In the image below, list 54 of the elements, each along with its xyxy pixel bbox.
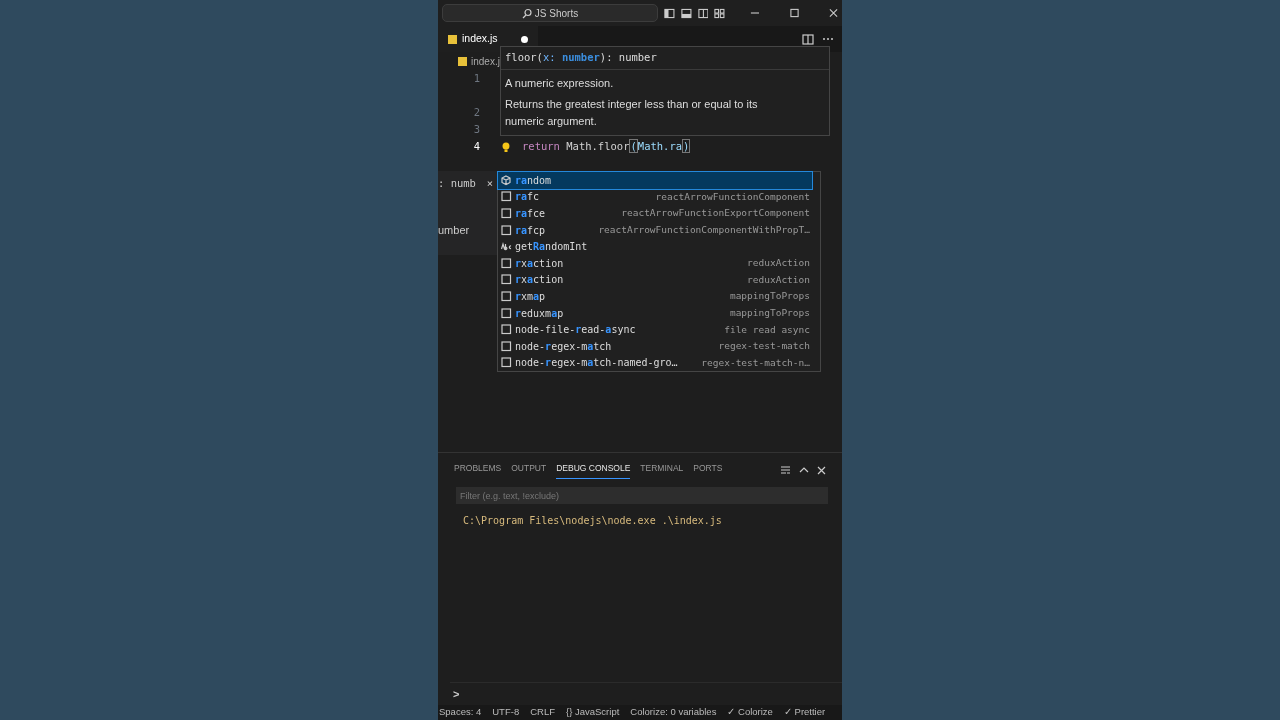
line-number: 4 [472,138,480,154]
grid-layout-icon[interactable] [714,7,726,19]
split-layout-icon[interactable] [697,7,709,19]
status-item[interactable]: ✓ Prettier [783,705,826,720]
suggestion-item[interactable]: node-regex-match regex-test-match [498,337,812,355]
line-number: 3 [472,121,480,137]
suggestion-item[interactable]: rafc reactArrowFunctionComponent [498,188,812,206]
suggestion-item[interactable]: node-file-read-async file read async [498,321,812,338]
panel-layout-icon[interactable] [680,7,692,19]
panel-tab[interactable]: PROBLEMS [454,460,502,480]
status-item[interactable]: UTF-8 [492,705,520,720]
code-line: return Math.floor(Math.ra) [522,138,691,155]
panel-tab[interactable]: TERMINAL [640,460,684,480]
suggestion-item[interactable]: rafcp reactArrowFunctionComponentWithPropT… [498,221,812,239]
status-item[interactable]: CRLF [530,705,555,720]
lightbulb-icon[interactable] [502,141,510,152]
sidebar-layout-icon[interactable] [664,7,675,19]
command-search-field[interactable]: JS Shorts [442,4,658,22]
panel-tab[interactable]: OUTPUT [511,460,547,480]
js-file-icon [448,34,457,44]
status-item[interactable]: ✓ Colorize [727,705,773,720]
suggestion-item[interactable]: rafce reactArrowFunctionExportComponent [498,205,812,222]
suggestion-item[interactable]: getRandomInt [498,238,812,255]
search-icon [521,7,532,19]
filter-list-icon[interactable] [780,465,791,475]
console-output: C:\Program Files\nodejs\node.exe .\index.js [463,514,723,528]
panel-tab[interactable]: DEBUG CONSOLE [556,460,631,480]
maximize-icon[interactable] [789,8,799,18]
status-item[interactable]: Colorize: 0 variables [630,705,717,720]
hover-text: Returns the greatest integer less than or equal to its numeric argument. [505,97,759,129]
param-text: : numb [438,176,476,191]
suggestion-item[interactable]: random [498,172,812,189]
suggestion-item[interactable]: rxaction reduxAction [498,271,812,289]
close-icon[interactable] [828,8,838,18]
close-icon[interactable]: × [486,176,493,192]
editor-tab[interactable]: index.js [438,26,538,52]
filter-field[interactable]: Filter (e.g. text, !exclude) [456,487,828,504]
chevron-up-icon[interactable] [799,466,809,474]
type-text: umber [438,222,471,238]
suggestion-item[interactable]: reduxmap mappingToProps [498,304,812,322]
suggestion-item[interactable]: rxaction reduxAction [498,254,812,272]
line-number: 2 [472,104,480,120]
hover-text: A numeric expression. [505,75,615,91]
panel-tab[interactable]: PORTS [693,460,723,480]
status-item[interactable]: Spaces: 4 [439,705,482,720]
line-number: 1 [472,70,480,86]
close-icon[interactable] [817,465,826,475]
status-item[interactable]: {} JavaScript [566,705,620,720]
breadcrumb-item[interactable]: index.j [471,53,500,69]
suggestion-item[interactable]: node-regex-match-named-gro… regex-test-match-n… [498,354,812,372]
suggestion-item[interactable]: rxmap mappingToProps [498,288,812,305]
split-editor-icon[interactable] [802,33,814,45]
js-file-icon [458,56,467,66]
function-signature: floor(x: number): number [501,47,829,70]
